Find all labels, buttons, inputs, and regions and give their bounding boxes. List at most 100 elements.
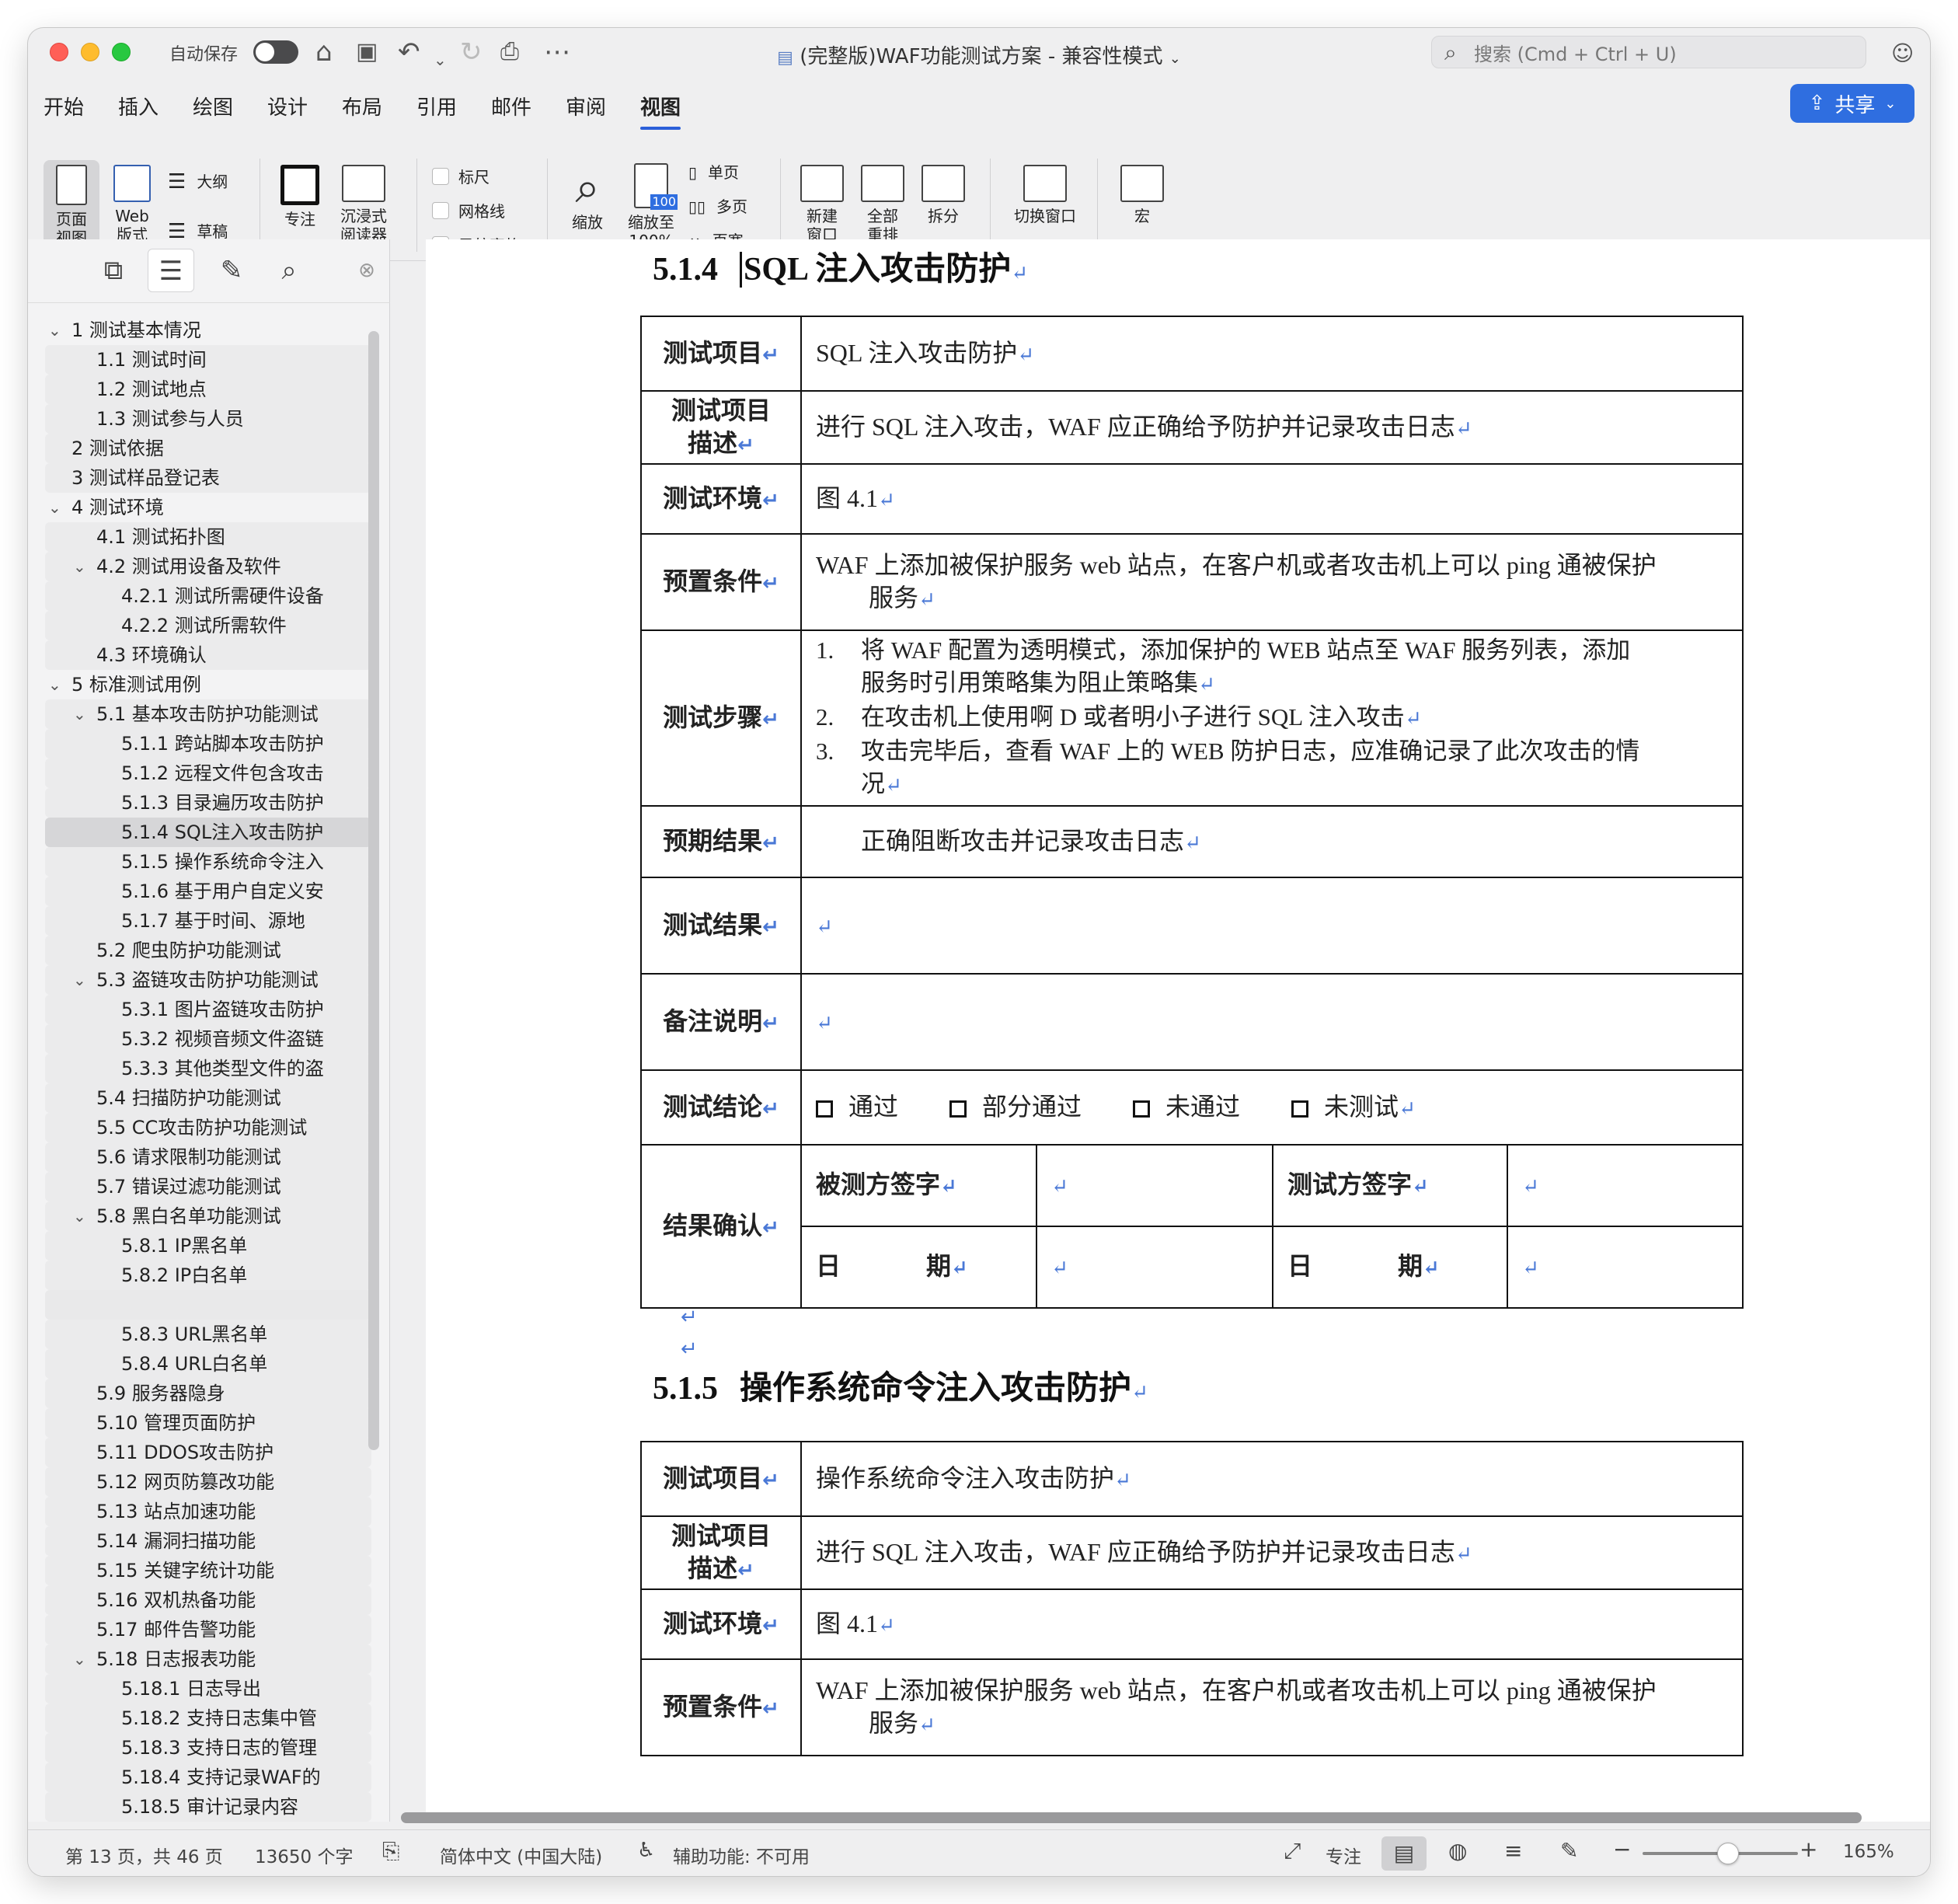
nav-item[interactable]: 5.14 漏洞扫描功能 [45,1526,371,1556]
nav-item[interactable]: 5.15 关键字统计功能 [45,1556,371,1585]
language-indicator[interactable]: 简体中文 (中国大陆) [440,1842,602,1868]
nav-item[interactable]: 1.1 测试时间 [45,345,371,375]
desc-value-cell[interactable]: 进行 SQL 注入攻击，WAF 应正确给予防护并记录攻击日志↵ [800,1515,1744,1590]
tab-design[interactable]: 设计 [267,85,308,127]
nav-item[interactable]: 5.11 DDOS攻击防护 [45,1438,371,1467]
focus-button[interactable]: 专注 [275,165,325,228]
nav-item[interactable]: 5.1.3 目录遍历攻击防护 [45,788,371,818]
option-fail[interactable]: 未通过 [1133,1093,1240,1121]
focus-icon[interactable]: ⤢ [1284,1838,1301,1864]
tab-draw[interactable]: 绘图 [193,85,233,127]
nav-item[interactable]: 5.1.6 基于用户自定义安 [45,877,371,906]
outline-button[interactable]: ☰ 大纲 [168,172,228,192]
split-button[interactable]: 拆分 [915,165,971,225]
nav-item[interactable]: 5.9 服务器隐身 [45,1379,371,1408]
zoom-100-button[interactable]: 100 缩放至 100% [620,163,682,250]
desc-value-cell[interactable]: 进行 SQL 注入攻击，WAF 应正确给予防护并记录攻击日志↵ [800,390,1744,465]
nav-item[interactable]: 5.3.1 图片盗链攻击防护 [45,995,371,1024]
tab-home[interactable]: 开始 [44,85,84,127]
chevron-down-icon[interactable]: ⌄ [48,493,61,522]
nav-item[interactable]: 5.18.1 日志导出 [45,1674,371,1703]
nav-scrollbar[interactable] [368,331,379,1450]
chevron-down-icon[interactable]: ⌄ [48,316,61,345]
nav-item[interactable]: 5.1.2 远程文件包含攻击 [45,758,371,788]
heading-5-1-4[interactable]: 5.1.4 SQL 注入攻击防护↵ [653,242,1028,290]
account-icon[interactable]: ☺ [1891,39,1914,68]
tester-date-cell[interactable]: ↵ [1507,1226,1743,1308]
focus-label[interactable]: 专注 [1326,1842,1361,1868]
chevron-down-icon[interactable]: ⌄ [73,699,86,729]
tab-layout[interactable]: 布局 [342,85,382,127]
zoom-button[interactable]: ⌕ 缩放 [563,163,612,232]
nav-item[interactable]: 5.4 扫描防护功能测试 [45,1083,371,1113]
headings-icon[interactable]: ☰ [148,249,194,292]
option-partial[interactable]: 部分通过 [949,1093,1082,1121]
precondition-value-cell[interactable]: WAF 上添加被保护服务 web 站点，在客户机或者攻击机上可以 ping 通被… [800,533,1744,631]
nav-item[interactable]: 5.2 爬虫防护功能测试 [45,936,371,965]
remark-value-cell[interactable]: ↵ [800,973,1744,1071]
tester-signature-cell[interactable]: ↵ [1507,1145,1743,1227]
result-value-cell[interactable]: ↵ [800,877,1744,975]
heading-5-1-5[interactable]: 5.1.5 操作系统命令注入攻击防护↵ [653,1362,1148,1409]
ruler-checkbox[interactable]: 标尺 [432,165,490,187]
chevron-down-icon[interactable]: ⌄ [73,1644,86,1674]
nav-item[interactable]: ⌄ 4 测试环境 [45,493,371,522]
nav-item[interactable]: 1.3 测试参与人员 [45,404,371,434]
macros-button[interactable]: 宏 [1111,165,1173,225]
item-value-cell[interactable]: SQL 注入攻击防护↵ [800,316,1744,392]
chevron-down-icon[interactable]: ⌄ [48,670,61,699]
nav-item[interactable]: 5.8.4 URL白名单 [45,1349,371,1379]
outline-view-icon[interactable]: ≡ [1504,1838,1522,1864]
nav-item[interactable]: ⌄ 5.8 黑白名单功能测试 [45,1201,371,1231]
one-page-button[interactable]: ▯ 单页 [688,163,739,182]
env-value-cell[interactable]: 图 4.1↵ [800,1588,1744,1660]
arrange-all-button[interactable]: 全部 重排 [855,165,911,244]
nav-item[interactable]: 4.3 环境确认 [45,640,371,670]
nav-item[interactable]: ⌄ 5.1 基本攻击防护功能测试 [45,699,371,729]
nav-item[interactable]: 5.13 站点加速功能 [45,1497,371,1526]
nav-item[interactable]: 5.1.5 操作系统命令注入 [45,847,371,877]
word-count[interactable]: 13650 个字 [255,1842,353,1868]
tested-date-cell[interactable]: ↵ [1036,1226,1273,1308]
nav-item[interactable]: 4.2.1 测试所需硬件设备 [45,581,371,611]
page-count[interactable]: 第 13 页，共 46 页 [65,1842,223,1868]
nav-item[interactable]: 5.5 CC攻击防护功能测试 [45,1113,371,1142]
print-layout-icon[interactable]: ▤ [1381,1836,1427,1871]
nav-item[interactable]: ⌄ 5.18 日志报表功能 [45,1644,371,1674]
expected-value-cell[interactable]: 正确阻断攻击并记录攻击日志↵ [800,805,1744,878]
find-icon[interactable]: ⌕ [266,249,312,292]
nav-item[interactable]: 5.18.5 审计记录内容 [45,1792,371,1822]
nav-item[interactable]: 5.18.2 支持日志集中管 [45,1703,371,1733]
nav-item[interactable]: 1.2 测试地点 [45,375,371,404]
empty-paragraphs[interactable]: ↵ ↵ [681,1302,698,1366]
nav-item[interactable]: 5.16 双机热备功能 [45,1585,371,1615]
nav-item[interactable]: 5.1.7 基于时间、源地 [45,906,371,936]
share-button[interactable]: ⇪ 共享 ⌄ [1790,84,1914,123]
accessibility-status[interactable]: 辅助功能: 不可用 [673,1842,810,1868]
nav-item[interactable]: 5.8.3 URL黑名单 [45,1320,371,1349]
search-input[interactable]: ⌕ 搜索 (Cmd + Ctrl + U) [1431,36,1866,68]
nav-item[interactable]: 5.17 邮件告警功能 [45,1615,371,1644]
zoom-in-icon[interactable]: + [1799,1836,1817,1862]
option-untested[interactable]: 未测试 [1291,1093,1399,1121]
nav-item[interactable]: 5.18.4 支持记录WAF的 [45,1763,371,1792]
tab-insert[interactable]: 插入 [118,85,159,127]
option-pass[interactable]: 通过 [816,1093,898,1121]
chevron-down-icon[interactable]: ⌄ [73,965,86,995]
chevron-down-icon[interactable]: ⌄ [73,552,86,581]
immersive-reader-button[interactable]: 沉浸式 阅读器 [333,165,395,244]
zoom-level[interactable]: 165% [1843,1842,1894,1862]
nav-item[interactable]: 5.12 网页防篡改功能 [45,1467,371,1497]
chevron-down-icon[interactable]: ⌄ [73,1201,86,1231]
horizontal-scrollbar[interactable] [401,1812,1862,1823]
new-window-button[interactable]: 新建 窗口 [794,165,850,244]
item-value-cell[interactable]: 操作系统命令注入攻击防护↵ [800,1441,1744,1517]
nav-item[interactable]: ⌄ 5 标准测试用例 [45,670,371,699]
thumbnails-icon[interactable]: ⧉ [90,249,137,292]
gridlines-checkbox[interactable]: 网格线 [432,199,505,221]
edit-icon[interactable]: ✎ [208,249,255,292]
nav-item[interactable]: 5.3.3 其他类型文件的盗 [45,1054,371,1083]
nav-item[interactable]: 5.7 错误过滤功能测试 [45,1172,371,1201]
nav-item[interactable]: 3 测试样品登记表 [45,463,371,493]
precondition-value-cell[interactable]: WAF 上添加被保护服务 web 站点，在客户机或者攻击机上可以 ping 通被… [800,1658,1744,1756]
